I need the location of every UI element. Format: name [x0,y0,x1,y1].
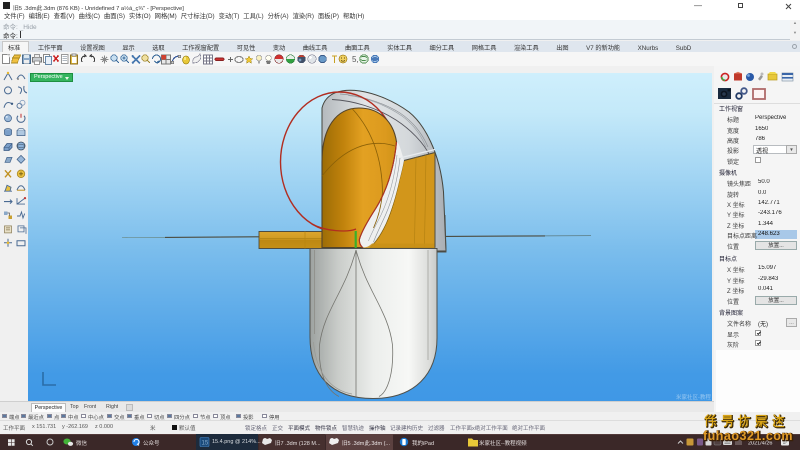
svg-text:5,: 5, [352,55,359,64]
svg-text:15: 15 [202,441,209,447]
svg-text:fuhao321.com: fuhao321.com [703,429,793,443]
